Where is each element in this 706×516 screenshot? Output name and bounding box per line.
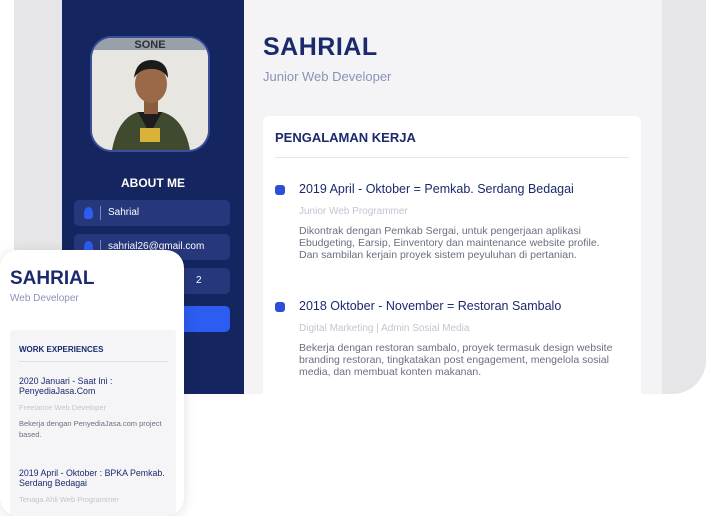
mobile-experience-role: Tenaga Ahli Web Programmer (19, 495, 119, 504)
mobile-experience-heading: WORK EXPERIENCES (19, 345, 104, 354)
about-me-heading: ABOUT ME (121, 176, 185, 190)
bullet-icon (275, 185, 285, 195)
mobile-experience-item: 2020 Januari - Saat Ini : PenyediaJasa.C… (19, 376, 169, 440)
experience-heading: PENGALAMAN KERJA (275, 130, 416, 145)
divider (19, 361, 168, 362)
divider (275, 157, 629, 158)
mobile-experience-title: 2019 April - Oktober : BPKA Pemkab. Serd… (19, 468, 165, 488)
contact-name: Sahrial (74, 200, 230, 226)
experience-item-title: 2018 Oktober - November = Restoran Samba… (299, 299, 562, 313)
svg-text:SONE: SONE (134, 39, 165, 51)
mobile-job-title: Web Developer (10, 293, 79, 304)
profile-photo: SONE (92, 38, 208, 150)
experience-item-description: Dikontrak dengan Pemkab Sergai, untuk pe… (299, 225, 600, 261)
bullet-icon (275, 302, 285, 312)
resume-mobile-view: SAHRIAL Web Developer WORK EXPERIENCES 2… (0, 250, 184, 516)
experience-item-role: Junior Web Programmer (299, 206, 408, 217)
contact-name-text: Sahrial (108, 207, 140, 218)
experience-item-description: Bekerja dengan restoran sambalo, proyek … (299, 342, 613, 378)
contact-phone-text: 2 (196, 275, 202, 286)
user-icon (84, 207, 93, 219)
mobile-experience-item: 2019 April - Oktober : BPKA Pemkab. Serd… (19, 468, 169, 504)
mobile-page-title: SAHRIAL (10, 268, 95, 289)
mobile-experience-title: 2020 Januari - Saat Ini : PenyediaJasa.C… (19, 376, 113, 396)
experience-item-role: Digital Marketing | Admin Sosial Media (299, 323, 470, 334)
page-title: SAHRIAL (263, 33, 378, 61)
mobile-experience-role: Freelance Web Developer (19, 403, 106, 412)
mobile-experience-description: Bekerja dengan PenyediaJasa.com project … (19, 419, 162, 439)
divider (100, 206, 101, 220)
job-title: Junior Web Developer (263, 69, 392, 84)
experience-item-title: 2019 April - Oktober = Pemkab. Serdang B… (299, 182, 574, 196)
mobile-experience-card: WORK EXPERIENCES 2020 Januari - Saat Ini… (10, 330, 176, 516)
experience-card: PENGALAMAN KERJA 2019 April - Oktober = … (263, 116, 641, 394)
